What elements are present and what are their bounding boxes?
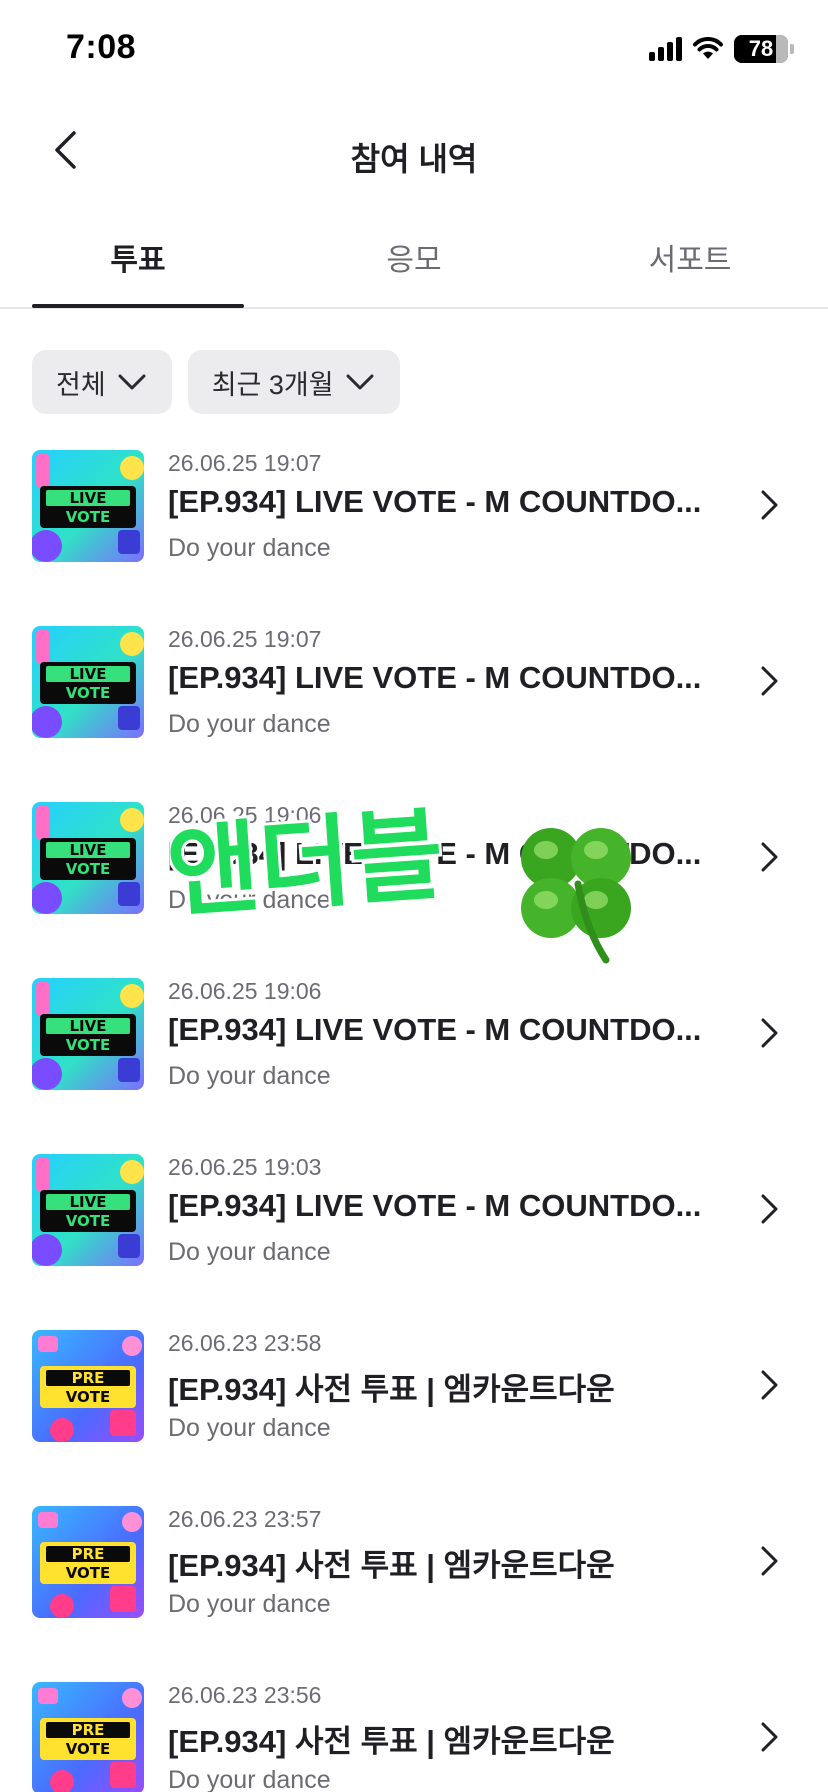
cellular-signal-icon: [649, 37, 682, 61]
thumb-badge-top: LIVE: [70, 841, 107, 859]
chevron-right-icon: [761, 1722, 778, 1752]
thumb-badge-top: PRE: [72, 1369, 105, 1387]
thumb-badge-bottom: VOTE: [66, 1388, 111, 1406]
live-vote-icon: LIVE VOTE: [32, 802, 144, 914]
item-title: [EP.934] 사전 투표 | 엠카운트다운: [168, 1548, 615, 1583]
status-bar: 7:08 78: [0, 0, 828, 100]
header: 참여 내역: [0, 100, 828, 205]
item-date: 26.06.23 23:58: [168, 1330, 322, 1356]
item-subtitle: Do your dance: [168, 710, 331, 738]
pre-vote-icon: PRE VOTE: [32, 1330, 144, 1442]
tab-support[interactable]: 서포트: [552, 205, 828, 309]
chevron-right-icon: [761, 1370, 778, 1400]
thumb-badge-top: LIVE: [70, 1017, 107, 1035]
item-title: [EP.934] LIVE VOTE - M COUNTDO...: [168, 1012, 702, 1047]
list-item[interactable]: LIVE VOTE 26.06.25 19:06 [EP.934] LIVE VOTE…: [0, 972, 828, 1148]
thumb-badge-top: PRE: [72, 1545, 105, 1563]
item-title: [EP.934] LIVE VOTE - M COUNTDO...: [168, 484, 702, 519]
item-subtitle: Do your dance: [168, 886, 331, 914]
tab-entry[interactable]: 응모: [276, 205, 552, 309]
thumb-badge-top: LIVE: [70, 489, 107, 507]
thumb-badge-bottom: VOTE: [66, 1212, 111, 1230]
battery-level: 78: [748, 36, 774, 61]
thumb-badge-bottom: VOTE: [66, 508, 111, 526]
chevron-right-icon: [761, 490, 778, 520]
item-subtitle: Do your dance: [168, 1766, 331, 1792]
thumb-badge-bottom: VOTE: [66, 1564, 111, 1582]
item-subtitle: Do your dance: [168, 1414, 331, 1442]
item-subtitle: Do your dance: [168, 1062, 331, 1090]
live-vote-icon: LIVE VOTE: [32, 626, 144, 738]
thumb-badge-bottom: VOTE: [66, 860, 111, 878]
item-subtitle: Do your dance: [168, 1238, 331, 1266]
chevron-down-icon: [118, 374, 146, 390]
list-item[interactable]: PRE VOTE 26.06.23 23:56 [EP.934] 사전 투표 | 엠카…: [0, 1676, 828, 1792]
item-date: 26.06.25 19:06: [168, 802, 322, 828]
pre-vote-icon: PRE VOTE: [32, 1506, 144, 1618]
item-title: [EP.934] LIVE VOTE - M COUNTDO...: [168, 836, 702, 871]
battery-icon: 78: [734, 35, 788, 63]
chevron-right-icon: [761, 1194, 778, 1224]
list-item[interactable]: LIVE VOTE 26.06.25 19:07 [EP.934] LIVE VOTE…: [0, 620, 828, 796]
live-vote-icon: LIVE VOTE: [32, 1154, 144, 1266]
item-subtitle: Do your dance: [168, 1590, 331, 1618]
thumb-badge-top: LIVE: [70, 665, 107, 683]
item-date: 26.06.25 19:07: [168, 626, 322, 652]
chevron-down-icon: [346, 374, 374, 390]
list-item[interactable]: PRE VOTE 26.06.23 23:58 [EP.934] 사전 투표 | 엠카…: [0, 1324, 828, 1500]
thumb-badge-bottom: VOTE: [66, 1036, 111, 1054]
list-item[interactable]: LIVE VOTE 26.06.25 19:03 [EP.934] LIVE VOTE…: [0, 1148, 828, 1324]
item-subtitle: Do your dance: [168, 534, 331, 562]
list-item[interactable]: LIVE VOTE 26.06.25 19:06 [EP.934] LIVE VOTE…: [0, 796, 828, 972]
thumb-badge-top: LIVE: [70, 1193, 107, 1211]
chevron-right-icon: [761, 1018, 778, 1048]
filter-period-dropdown[interactable]: 최근 3개월: [187, 350, 400, 414]
item-title: [EP.934] 사전 투표 | 엠카운트다운: [168, 1372, 615, 1407]
status-time: 7:08: [66, 28, 137, 66]
item-date: 26.06.23 23:57: [168, 1506, 322, 1532]
chevron-right-icon: [761, 1546, 778, 1576]
filter-period-label: 최근 3개월: [211, 369, 334, 400]
thumb-badge-top: PRE: [72, 1721, 105, 1739]
item-title: [EP.934] LIVE VOTE - M COUNTDO...: [168, 660, 702, 695]
filter-category-dropdown[interactable]: 전체: [32, 350, 172, 414]
chevron-right-icon: [761, 842, 778, 872]
pre-vote-icon: PRE VOTE: [32, 1682, 144, 1792]
item-date: 26.06.25 19:06: [168, 978, 322, 1004]
live-vote-icon: LIVE VOTE: [32, 450, 144, 562]
status-icons: 78: [649, 34, 794, 64]
participation-list: LIVE VOTE 26.06.25 19:07 [EP.934] LIVE VOTE…: [0, 444, 828, 1792]
page-title: 참여 내역: [350, 141, 478, 177]
item-date: 26.06.25 19:03: [168, 1154, 322, 1180]
wifi-icon: [693, 37, 723, 59]
tab-bar: 투표 응모 서포트: [0, 205, 828, 309]
item-date: 26.06.23 23:56: [168, 1682, 322, 1708]
item-title: [EP.934] LIVE VOTE - M COUNTDO...: [168, 1188, 702, 1223]
filter-bar: 전체 최근 3개월: [32, 350, 400, 414]
active-tab-indicator: [32, 304, 244, 308]
thumb-badge-bottom: VOTE: [66, 684, 111, 702]
list-item[interactable]: LIVE VOTE 26.06.25 19:07 [EP.934] LIVE VOTE…: [0, 444, 828, 620]
tab-vote[interactable]: 투표: [0, 205, 276, 309]
filter-category-label: 전체: [56, 369, 106, 400]
list-item[interactable]: PRE VOTE 26.06.23 23:57 [EP.934] 사전 투표 | 엠카…: [0, 1500, 828, 1676]
thumb-badge-bottom: VOTE: [66, 1740, 111, 1758]
item-date: 26.06.25 19:07: [168, 450, 322, 476]
live-vote-icon: LIVE VOTE: [32, 978, 144, 1090]
chevron-right-icon: [761, 666, 778, 696]
item-title: [EP.934] 사전 투표 | 엠카운트다운: [168, 1724, 615, 1759]
